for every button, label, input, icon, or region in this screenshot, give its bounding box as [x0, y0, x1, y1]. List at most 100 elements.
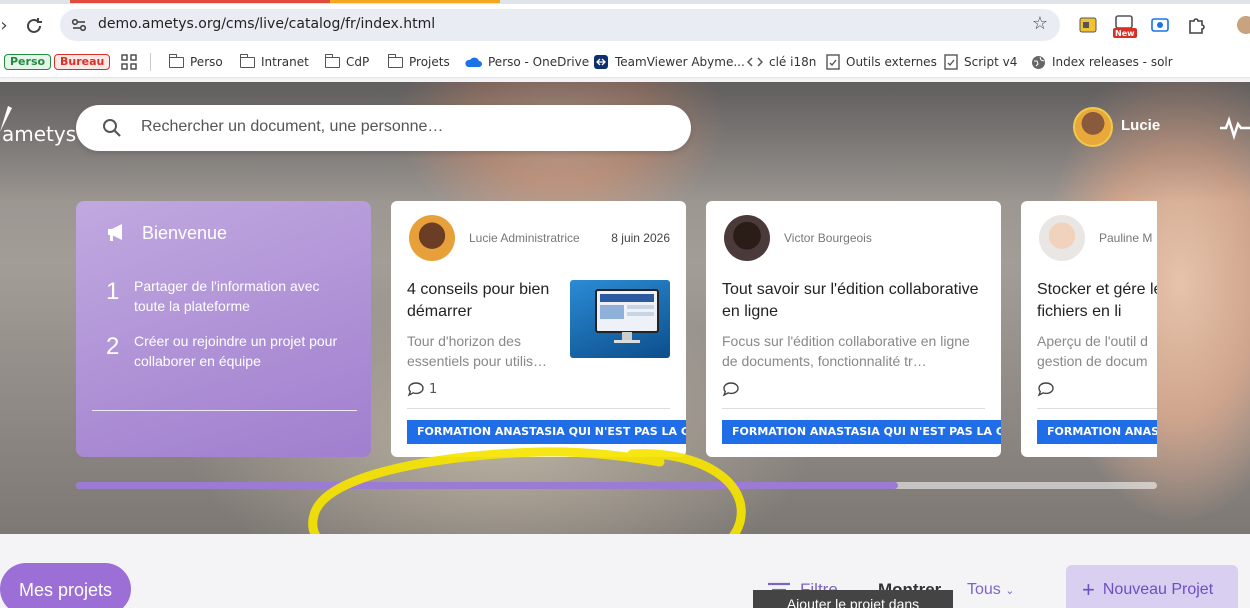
card-comments[interactable] [722, 381, 740, 397]
bookmark-label: Outils externes [846, 55, 937, 69]
globe-icon [1032, 55, 1045, 69]
megaphone-icon [108, 224, 122, 241]
bookmark-i18n[interactable]: clé i18n [747, 53, 816, 71]
carousel-progress-track[interactable] [76, 482, 1157, 489]
card-title[interactable]: Tout savoir sur l'édition collaborative … [722, 279, 987, 323]
url-text[interactable]: demo.ametys.org/cms/live/catalog/fr/inde… [98, 16, 435, 32]
card-comments[interactable] [1037, 381, 1055, 397]
bookmark-label: CdP [346, 55, 370, 69]
bookmark-label: Index releases - solr [1052, 55, 1173, 69]
welcome-panel: Bienvenue 1 Partager de l'information av… [76, 201, 371, 457]
step-text: Créer ou rejoindre un projet pour collab… [134, 333, 338, 369]
author-avatar [1039, 215, 1085, 261]
active-tab-indicator [70, 0, 330, 3]
bookmark-onedrive[interactable]: Perso - OneDrive [464, 53, 589, 71]
author-avatar [724, 215, 770, 261]
card-title[interactable]: 4 conseils pour bien démarrer [407, 279, 557, 323]
page-icon [944, 54, 958, 70]
card-divider [1037, 408, 1157, 409]
welcome-title: Bienvenue [142, 223, 228, 243]
chevron-down-icon: ⌄ [1005, 585, 1015, 597]
news-carousel[interactable]: Lucie Administratrice 8 juin 2026 4 cons… [391, 201, 1157, 457]
author-avatar [409, 215, 455, 261]
show-all-select[interactable]: Tous ⌄ [967, 581, 1014, 599]
plus-icon: + [1082, 577, 1095, 602]
teamviewer-icon [594, 55, 608, 69]
step-number: 2 [106, 333, 120, 360]
site-settings-icon[interactable] [70, 16, 88, 34]
search-bar[interactable]: Rechercher un document, une personne… [76, 105, 691, 151]
new-project-button[interactable]: + Nouveau Projet [1066, 565, 1238, 608]
bookmark-label: Perso [190, 55, 223, 69]
comment-icon [407, 382, 424, 397]
bookmarks-separator [150, 53, 151, 71]
bookmark-folder-perso[interactable]: Perso [168, 53, 223, 71]
bookmark-bureau-pill[interactable]: Bureau [54, 53, 111, 71]
bookmark-label: Projets [409, 55, 450, 69]
bookmark-label: clé i18n [769, 55, 817, 69]
select-value: Tous [967, 581, 1001, 598]
bookmark-label: TeamViewer Abyme... [615, 55, 745, 69]
new-badge: New [1115, 29, 1135, 38]
extension-new-icon[interactable]: New [1113, 15, 1137, 38]
code-icon [747, 57, 763, 67]
user-name[interactable]: Lucie [1121, 117, 1160, 134]
card-divider [722, 408, 985, 409]
news-card[interactable]: Pauline M Stocker et gére les fichiers e… [1021, 201, 1157, 457]
bookmark-folder-projets[interactable]: Projets [387, 53, 450, 71]
card-description: Focus sur l'édition collaborative en lig… [722, 333, 970, 369]
card-description: Tour d'horizon des essentiels pour utili… [407, 333, 548, 369]
activity-pulse-icon[interactable] [1220, 112, 1250, 142]
profile-icon[interactable] [1236, 15, 1250, 35]
bookmark-teamviewer[interactable]: TeamViewer Abyme... [593, 53, 745, 71]
bookmark-star-icon[interactable]: ☆ [1032, 13, 1048, 34]
folder-icon [239, 53, 255, 68]
search-placeholder[interactable]: Rechercher un document, une personne… [141, 118, 443, 136]
reload-icon[interactable] [22, 14, 46, 38]
bookmarks-bar: Perso Bureau Perso Intranet CdP Projets … [0, 46, 1250, 78]
my-projects-button[interactable]: Mes projets [0, 563, 131, 608]
ametys-logo[interactable]: ametys [2, 122, 76, 146]
card-title[interactable]: Stocker et gére les fichiers en li [1037, 279, 1157, 323]
news-card[interactable]: Lucie Administratrice 8 juin 2026 4 cons… [391, 201, 686, 457]
folder-icon [324, 53, 340, 68]
search-icon [103, 119, 121, 137]
extensions-puzzle-icon[interactable] [1186, 15, 1206, 35]
card-tag[interactable]: FORMATION ANAST [1037, 420, 1157, 444]
hero-banner: ametys Rechercher un document, une perso… [0, 82, 1250, 534]
tab-indicator [330, 0, 500, 3]
step-number: 1 [106, 278, 120, 305]
apps-grid-icon[interactable] [121, 53, 137, 71]
card-tag[interactable]: FORMATION ANASTASIA QUI N'EST PAS LA CAR… [407, 420, 686, 444]
tooltip: Ajouter le projet dans [753, 590, 953, 608]
carousel-progress-fill [76, 482, 898, 489]
card-comments[interactable]: 1 [407, 381, 437, 397]
bookmark-script-v4[interactable]: Script v4 [944, 53, 1017, 71]
card-divider [407, 408, 670, 409]
bookmark-label: Bureau [54, 54, 111, 70]
card-thumbnail [570, 280, 670, 358]
bookmark-label: Intranet [261, 55, 309, 69]
bookmark-index-releases[interactable]: Index releases - solr [1031, 53, 1173, 71]
news-card[interactable]: Victor Bourgeois Tout savoir sur l'éditi… [706, 201, 1001, 457]
address-bar[interactable]: demo.ametys.org/cms/live/catalog/fr/inde… [60, 9, 1060, 41]
comment-count: 1 [429, 381, 438, 397]
card-tag[interactable]: FORMATION ANASTASIA QUI N'EST PAS LA CAR… [722, 420, 1001, 444]
page-icon [826, 54, 840, 70]
folder-icon [387, 53, 403, 68]
bookmark-folder-intranet[interactable]: Intranet [239, 53, 309, 71]
comment-icon [722, 382, 739, 397]
bookmark-outils-externes[interactable]: Outils externes [826, 53, 937, 71]
user-avatar[interactable] [1073, 107, 1113, 147]
new-project-label: Nouveau Projet [1102, 581, 1214, 598]
card-author: Pauline M [1099, 231, 1153, 245]
extension-rss-icon[interactable] [1078, 15, 1098, 35]
forward-icon[interactable]: › [0, 14, 16, 38]
bookmark-folder-cdp[interactable]: CdP [324, 53, 370, 71]
extension-record-icon[interactable] [1150, 15, 1170, 35]
step-text: Partager de l'information avec toute la … [134, 278, 320, 314]
comment-icon [1037, 382, 1054, 397]
browser-toolbar: › demo.ametys.org/cms/live/catalog/fr/in… [0, 4, 1250, 46]
bookmark-label: Perso [4, 54, 52, 70]
bookmark-perso-pill[interactable]: Perso [4, 53, 52, 71]
